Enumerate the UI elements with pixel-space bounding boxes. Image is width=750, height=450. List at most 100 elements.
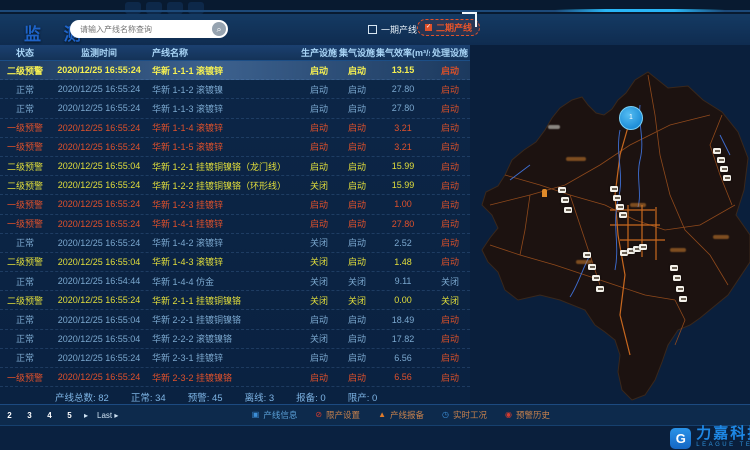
table-row[interactable]: 一级预警2020/12/25 16:55:24华新 2-3-2 挂镀镍铬启动启动…	[0, 368, 470, 387]
map-site-marker[interactable]	[723, 175, 731, 181]
map-site-marker[interactable]	[720, 166, 728, 172]
search-icon[interactable]: ⌕	[212, 22, 226, 36]
line-info-icon: ▣	[252, 411, 260, 419]
checkbox-unchecked-icon[interactable]	[368, 25, 377, 34]
legend-item[interactable]: ⊘限产设置	[315, 409, 360, 421]
time-cell: 2020/12/25 16:55:24	[50, 219, 148, 229]
line-name-cell: 华新 1-2-2 挂镀铜镍铬（环形线）	[148, 179, 300, 192]
prod-facility-cell: 关闭	[300, 236, 338, 249]
prod-facility-cell: 关闭	[300, 179, 338, 192]
time-cell: 2020/12/25 16:54:44	[50, 276, 148, 286]
decor-block	[167, 2, 183, 14]
efficiency-cell: 6.56	[376, 372, 430, 382]
map-site-marker[interactable]	[558, 187, 566, 193]
status-cell: 二级预警	[0, 64, 50, 77]
table-row[interactable]: 二级预警2020/12/25 16:55:24华新 1-2-2 挂镀铜镍铬（环形…	[0, 176, 470, 195]
time-cell: 2020/12/25 16:55:24	[50, 65, 148, 75]
marker-glyph	[622, 252, 627, 254]
phase1-checkbox[interactable]: 一期产线	[368, 23, 417, 36]
time-cell: 2020/12/25 16:55:24	[50, 84, 148, 94]
table-row[interactable]: 二级预警2020/12/25 16:55:04华新 1-2-1 挂镀铜镍铬（龙门…	[0, 157, 470, 176]
table-row[interactable]: 一级预警2020/12/25 16:55:24华新 1-1-5 滚镀锌启动启动3…	[0, 138, 470, 157]
map-site-marker[interactable]	[717, 157, 725, 163]
treatment-cell: 启动	[430, 217, 470, 230]
vendor-logo: G 力嘉科技 LEAGUE TECH	[670, 427, 750, 449]
map-site-marker[interactable]	[713, 148, 721, 154]
table-row[interactable]: 正常2020/12/25 16:55:24华新 1-1-3 滚镀锌启动启动27.…	[0, 99, 470, 118]
map-site-marker[interactable]	[613, 195, 621, 201]
legend-item[interactable]: ▲产线报备	[378, 409, 424, 421]
table-row[interactable]: 正常2020/12/25 16:55:24华新 1-1-2 滚镀镍启动启动27.…	[0, 80, 470, 99]
page-button[interactable]: 5	[64, 411, 75, 420]
efficiency-cell: 9.11	[376, 276, 430, 286]
map-site-marker[interactable]	[592, 275, 600, 281]
prod-facility-cell: 启动	[300, 198, 338, 211]
page-button[interactable]: 2	[4, 411, 15, 420]
prod-facility-cell: 启动	[300, 83, 338, 96]
prod-facility-cell: 关闭	[300, 332, 338, 345]
time-cell: 2020/12/25 16:55:24	[50, 372, 148, 382]
marker-glyph	[722, 168, 727, 170]
legend-item[interactable]: ▣产线信息	[252, 409, 298, 421]
table-row[interactable]: 正常2020/12/25 16:54:44华新 1-4-4 仿金关闭关闭9.11…	[0, 272, 470, 291]
status-cell: 正常	[0, 236, 50, 249]
map-site-marker[interactable]	[673, 275, 681, 281]
map-site-marker[interactable]	[564, 207, 572, 213]
map-site-marker[interactable]	[676, 286, 684, 292]
treatment-cell: 启动	[430, 140, 470, 153]
legend-item[interactable]: ◉预警历史	[505, 409, 550, 421]
status-cell: 二级预警	[0, 255, 50, 268]
table-row[interactable]: 一级预警2020/12/25 16:55:24华新 1-2-3 挂镀锌启动启动1…	[0, 195, 470, 214]
status-cell: 正常	[0, 83, 50, 96]
map-site-marker[interactable]	[561, 197, 569, 203]
legend-label: 实时工况	[453, 409, 487, 421]
treatment-cell: 启动	[430, 179, 470, 192]
legend-item[interactable]: ◷实时工况	[442, 409, 487, 421]
next-page-icon[interactable]: ▸	[84, 411, 88, 420]
map-poi-icon	[542, 189, 547, 197]
table-row[interactable]: 一级预警2020/12/25 16:55:24华新 1-1-4 滚镀锌启动启动3…	[0, 119, 470, 138]
efficiency-cell: 18.49	[376, 315, 430, 325]
map-site-marker[interactable]	[619, 212, 627, 218]
marker-glyph	[594, 277, 599, 279]
line-name-cell: 华新 2-3-1 挂镀锌	[148, 351, 300, 364]
summary-item: 离线: 3	[245, 390, 275, 404]
table-row[interactable]: 正常2020/12/25 16:55:04华新 2-2-1 挂镀铜镍铬启动启动1…	[0, 310, 470, 329]
search-input[interactable]	[70, 25, 212, 34]
map-site-marker[interactable]	[679, 296, 687, 302]
corner-bracket-decor	[462, 12, 477, 27]
status-cell: 二级预警	[0, 160, 50, 173]
map-site-marker[interactable]	[588, 264, 596, 270]
map-alert-marker[interactable]: 1	[619, 106, 643, 130]
decor-glow-line	[555, 9, 725, 12]
checkbox-checked-icon[interactable]: ✓	[425, 24, 432, 31]
table-row[interactable]: 正常2020/12/25 16:55:24华新 1-4-2 滚镀锌关闭启动2.5…	[0, 234, 470, 253]
line-name-cell: 华新 1-1-3 滚镀锌	[148, 102, 300, 115]
table-row[interactable]: 正常2020/12/25 16:55:24华新 2-3-1 挂镀锌启动启动6.5…	[0, 349, 470, 368]
table-row[interactable]: 正常2020/12/25 16:55:04华新 2-2-2 滚镀镍铬关闭启动17…	[0, 330, 470, 349]
decor-block	[146, 2, 162, 14]
line-name-cell: 华新 2-2-1 挂镀铜镍铬	[148, 313, 300, 326]
summary-item: 预警: 45	[188, 390, 223, 404]
table-row[interactable]: 二级预警2020/12/25 16:55:24华新 1-1-1 滚镀锌启动启动1…	[0, 61, 470, 80]
efficiency-cell: 15.99	[376, 180, 430, 190]
treatment-cell: 启动	[430, 160, 470, 173]
prod-facility-cell: 启动	[300, 64, 338, 77]
time-cell: 2020/12/25 16:55:04	[50, 257, 148, 267]
table-row[interactable]: 一级预警2020/12/25 16:55:24华新 1-4-1 挂镀锌启动启动2…	[0, 215, 470, 234]
efficiency-cell: 27.80	[376, 84, 430, 94]
map-site-marker[interactable]	[639, 244, 647, 250]
page-button[interactable]: 4	[44, 411, 55, 420]
map-site-marker[interactable]	[596, 286, 604, 292]
table-row[interactable]: 二级预警2020/12/25 16:55:04华新 1-4-3 滚镀锌关闭启动1…	[0, 253, 470, 272]
table-row[interactable]: 二级预警2020/12/25 16:55:24华新 2-1-1 挂镀铜镍铬关闭关…	[0, 291, 470, 310]
last-page-button[interactable]: Last ▸	[97, 411, 118, 420]
map-site-marker[interactable]	[670, 265, 678, 271]
map-site-marker[interactable]	[583, 252, 591, 258]
map-site-marker[interactable]	[610, 186, 618, 192]
line-name-cell: 华新 1-4-1 挂镀锌	[148, 217, 300, 230]
map-site-marker[interactable]	[616, 204, 624, 210]
page-button[interactable]: 3	[24, 411, 35, 420]
summary-item: 限产: 0	[348, 390, 378, 404]
district-map[interactable]: 1	[470, 45, 750, 450]
